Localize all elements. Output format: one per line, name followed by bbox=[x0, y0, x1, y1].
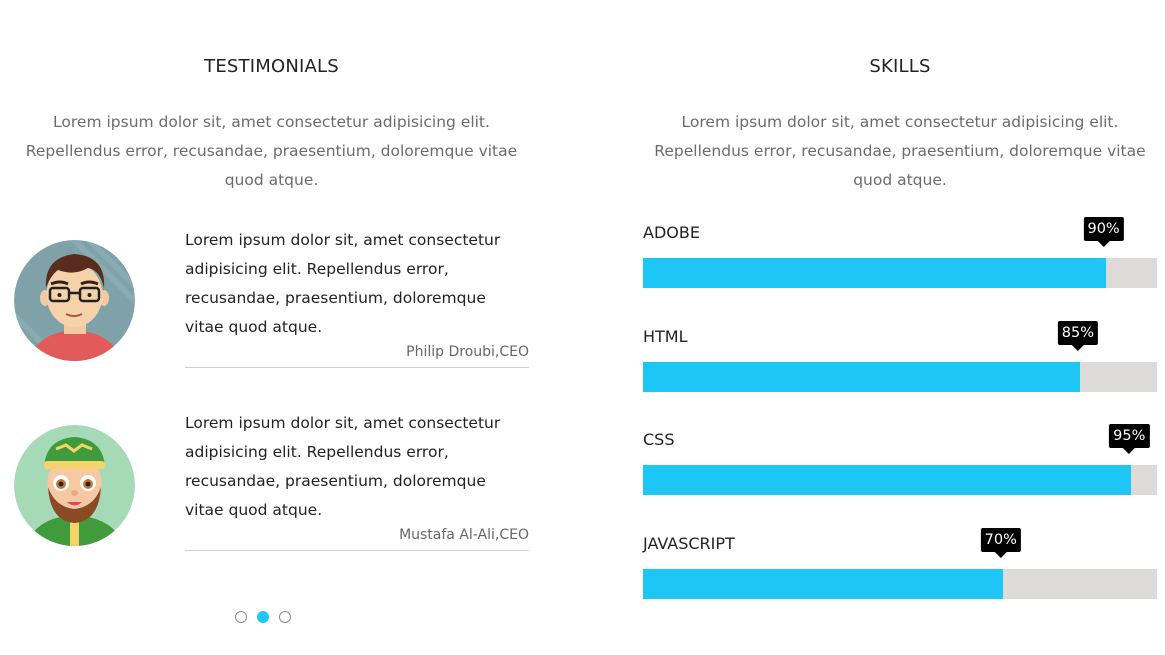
progress-fill bbox=[643, 362, 1080, 392]
percent-badge: 85% bbox=[1057, 321, 1099, 345]
progress-track bbox=[643, 569, 1157, 599]
carousel-dot-1[interactable] bbox=[235, 611, 247, 623]
skill-item-javascript: JAVASCRIPT 70% bbox=[643, 528, 1157, 614]
testimonials-intro: Lorem ipsum dolor sit, amet consectetur … bbox=[25, 113, 518, 189]
man-with-glasses-avatar-icon bbox=[14, 240, 135, 361]
testimonials-title: TESTIMONIALS bbox=[204, 56, 339, 77]
skill-item-adobe: ADOBE 90% bbox=[643, 217, 1157, 303]
divider bbox=[185, 367, 529, 368]
skills-intro: Lorem ipsum dolor sit, amet consectetur … bbox=[654, 113, 1146, 189]
carousel-dot-3[interactable] bbox=[279, 611, 291, 623]
testimonial-quote: Lorem ipsum dolor sit, amet consectetur … bbox=[185, 231, 501, 336]
testimonial-body: Lorem ipsum dolor sit, amet consectetur … bbox=[185, 226, 529, 368]
avatar bbox=[14, 425, 135, 546]
avatar bbox=[14, 240, 135, 361]
progress-track bbox=[643, 362, 1157, 392]
testimonial-author: Mustafa Al-Ali,CEO bbox=[399, 527, 529, 543]
testimonial-body: Lorem ipsum dolor sit, amet consectetur … bbox=[185, 409, 529, 551]
progress-fill bbox=[643, 465, 1132, 495]
carousel-pagination bbox=[235, 611, 291, 623]
skill-label: JAVASCRIPT bbox=[643, 534, 735, 553]
skill-item-html: HTML 85% bbox=[643, 321, 1157, 407]
progress-track bbox=[643, 465, 1157, 495]
percent-badge: 90% bbox=[1083, 217, 1124, 241]
carousel-dot-2[interactable] bbox=[257, 611, 269, 623]
testimonial-author: Philip Droubi,CEO bbox=[406, 344, 529, 360]
percent-badge: 70% bbox=[980, 528, 1021, 552]
skill-label: CSS bbox=[643, 430, 675, 449]
progress-track bbox=[643, 258, 1157, 288]
skills-title: SKILLS bbox=[869, 56, 931, 77]
progress-fill bbox=[643, 258, 1106, 288]
testimonial-quote: Lorem ipsum dolor sit, amet consectetur … bbox=[185, 414, 501, 519]
progress-fill bbox=[643, 569, 1003, 599]
page: TESTIMONIALS Lorem ipsum dolor sit, amet… bbox=[0, 0, 1165, 655]
skill-item-css: CSS 95% bbox=[643, 424, 1157, 510]
divider bbox=[185, 550, 529, 551]
skill-label: HTML bbox=[643, 327, 688, 346]
percent-badge: 95% bbox=[1109, 424, 1150, 448]
skill-label: ADOBE bbox=[643, 223, 700, 242]
bearded-man-avatar-icon bbox=[14, 425, 135, 546]
